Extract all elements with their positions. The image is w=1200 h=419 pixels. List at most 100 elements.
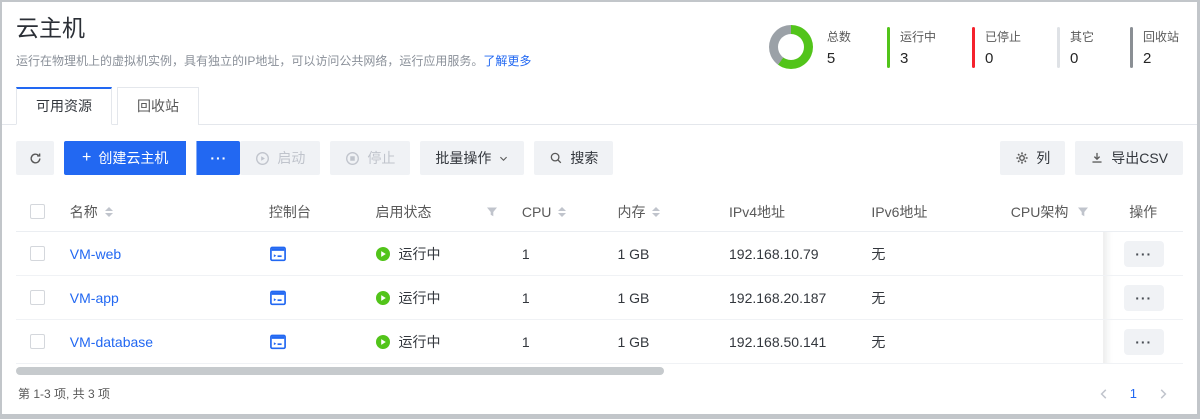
- filter-icon[interactable]: [1077, 206, 1089, 218]
- row-checkbox[interactable]: [30, 334, 45, 349]
- stat-running-label: 运行中: [900, 28, 936, 45]
- cpu-value: 1: [522, 290, 530, 306]
- stop-vm-label: 停止: [367, 148, 395, 168]
- horizontal-scrollbar: [16, 367, 1183, 375]
- stat-recycle: 回收站 2: [1130, 27, 1179, 68]
- console-icon[interactable]: [269, 245, 287, 263]
- start-vm-button[interactable]: 启动: [240, 141, 320, 175]
- filter-icon[interactable]: [486, 206, 498, 218]
- col-header-cpu-arch: CPU架构: [1011, 202, 1069, 222]
- stat-other: 其它 0: [1057, 27, 1094, 68]
- row-actions-button[interactable]: ···: [1124, 285, 1164, 311]
- row-actions-button[interactable]: ···: [1124, 329, 1164, 355]
- console-icon[interactable]: [269, 333, 287, 351]
- table-row: VM-app 运行中 1 1 GB 192.168.20.187 无 ···: [16, 276, 1183, 320]
- page-description: 运行在物理机上的虚拟机实例，具有独立的IP地址，可以访问公共网络，运行应用服务。…: [16, 52, 531, 69]
- refresh-button[interactable]: [16, 141, 54, 175]
- stat-other-label: 其它: [1070, 28, 1094, 45]
- memory-value: 1 GB: [617, 290, 649, 306]
- ipv4-value: 192.168.50.141: [729, 334, 826, 350]
- chevron-left-icon: [1098, 388, 1110, 400]
- columns-config-label: 列: [1036, 148, 1050, 168]
- search-label: 搜索: [570, 148, 598, 168]
- ipv6-value: 无: [871, 288, 885, 308]
- stat-other-bar: [1057, 27, 1060, 68]
- chevron-down-icon: [498, 153, 509, 164]
- stat-total-label: 总数: [827, 28, 851, 45]
- col-header-cpu[interactable]: CPU: [522, 204, 552, 220]
- col-header-actions: 操作: [1129, 202, 1157, 222]
- col-header-status: 启用状态: [375, 202, 431, 222]
- learn-more-link[interactable]: 了解更多: [483, 54, 531, 68]
- table-footer: 第 1-3 项, 共 3 项 1: [2, 375, 1197, 402]
- search-button[interactable]: 搜索: [534, 141, 613, 175]
- batch-actions-label: 批量操作: [435, 148, 491, 168]
- toolbar: + 创建云主机 ··· 启动 停止 批量操作 搜索 列: [2, 141, 1197, 175]
- page-number[interactable]: 1: [1130, 386, 1137, 401]
- stats-panel: 总数 5 运行中 3 已停止 0: [769, 25, 1183, 69]
- export-csv-label: 导出CSV: [1111, 148, 1168, 168]
- col-header-ipv4: IPv4地址: [729, 202, 785, 222]
- running-status-icon: [375, 334, 391, 350]
- prev-page-button[interactable]: [1098, 388, 1110, 400]
- row-checkbox[interactable]: [30, 290, 45, 305]
- stop-vm-button[interactable]: 停止: [330, 141, 410, 175]
- col-header-name[interactable]: 名称: [70, 202, 98, 222]
- status-label: 运行中: [398, 288, 440, 308]
- stop-circle-icon: [345, 151, 360, 166]
- search-icon: [549, 151, 563, 165]
- col-header-memory[interactable]: 内存: [617, 202, 645, 222]
- sort-icon[interactable]: [558, 207, 566, 217]
- tab-recycle-bin[interactable]: 回收站: [117, 87, 199, 125]
- sort-icon[interactable]: [652, 207, 660, 217]
- cpu-value: 1: [522, 334, 530, 350]
- ipv4-value: 192.168.10.79: [729, 246, 819, 262]
- vm-table: 名称 控制台 启用状态 CPU 内存 IPv4地址 IPv6地址 CPU架构: [2, 192, 1197, 364]
- next-page-button[interactable]: [1157, 388, 1169, 400]
- columns-config-button[interactable]: 列: [1000, 141, 1065, 175]
- download-icon: [1090, 151, 1104, 165]
- plus-icon: +: [82, 150, 91, 166]
- create-vm-button[interactable]: + 创建云主机: [64, 141, 186, 175]
- batch-actions-button[interactable]: 批量操作: [420, 141, 524, 175]
- chevron-right-icon: [1157, 388, 1169, 400]
- horizontal-scrollbar-thumb[interactable]: [16, 367, 664, 375]
- select-all-checkbox[interactable]: [30, 204, 45, 219]
- start-vm-label: 启动: [277, 148, 305, 168]
- create-more-actions-button[interactable]: ···: [196, 141, 240, 175]
- tab-available-resources[interactable]: 可用资源: [16, 87, 112, 125]
- vm-status-donut-chart: [769, 25, 813, 69]
- memory-value: 1 GB: [617, 334, 649, 350]
- row-actions-button[interactable]: ···: [1124, 241, 1164, 267]
- header-left: 云主机 运行在物理机上的虚拟机实例，具有独立的IP地址，可以访问公共网络，运行应…: [16, 15, 531, 69]
- stat-stopped: 已停止 0: [972, 27, 1021, 68]
- create-vm-label: 创建云主机: [98, 148, 168, 168]
- console-icon[interactable]: [269, 289, 287, 307]
- stat-stopped-label: 已停止: [985, 28, 1021, 45]
- page-header: 云主机 运行在物理机上的虚拟机实例，具有独立的IP地址，可以访问公共网络，运行应…: [2, 2, 1197, 69]
- gear-icon: [1015, 151, 1029, 165]
- status-label: 运行中: [398, 244, 440, 264]
- vm-name-link[interactable]: VM-app: [70, 290, 119, 306]
- more-dots-icon: ···: [210, 150, 227, 166]
- stat-running: 运行中 3: [887, 27, 936, 68]
- create-button-group: + 创建云主机 ···: [64, 141, 240, 175]
- vm-name-link[interactable]: VM-web: [70, 246, 121, 262]
- vm-name-link[interactable]: VM-database: [70, 334, 153, 350]
- page-description-text: 运行在物理机上的虚拟机实例，具有独立的IP地址，可以访问公共网络，运行应用服务。: [16, 54, 483, 68]
- col-header-console: 控制台: [269, 202, 311, 222]
- ipv6-value: 无: [871, 244, 885, 264]
- sort-icon[interactable]: [105, 207, 113, 217]
- refresh-icon: [28, 151, 43, 166]
- status-label: 运行中: [398, 332, 440, 352]
- stat-stopped-value: 0: [985, 50, 1021, 67]
- col-header-ipv6: IPv6地址: [871, 202, 927, 222]
- stat-running-value: 3: [900, 50, 936, 67]
- memory-value: 1 GB: [617, 246, 649, 262]
- table-header-row: 名称 控制台 启用状态 CPU 内存 IPv4地址 IPv6地址 CPU架构: [16, 192, 1183, 232]
- running-status-icon: [375, 290, 391, 306]
- stat-other-value: 0: [1070, 50, 1094, 67]
- row-checkbox[interactable]: [30, 246, 45, 261]
- table-row: VM-web 运行中 1 1 GB 192.168.10.79 无 ···: [16, 232, 1183, 276]
- export-csv-button[interactable]: 导出CSV: [1075, 141, 1183, 175]
